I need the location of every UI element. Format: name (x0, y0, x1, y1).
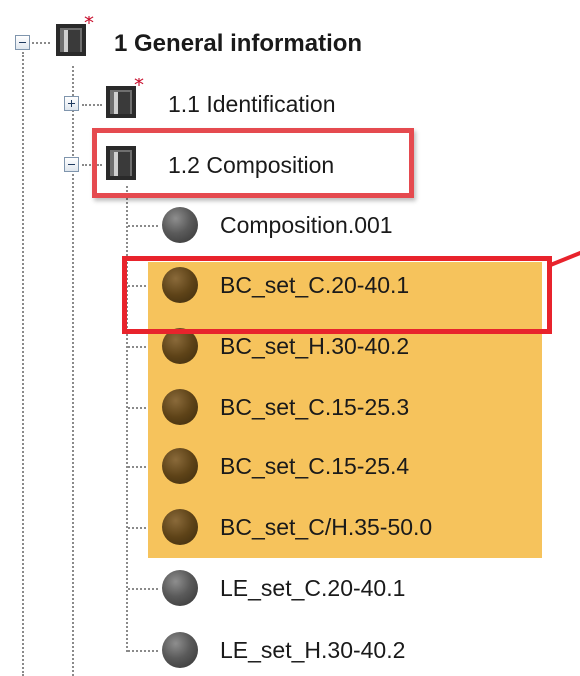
composition-tree: * 1 General information * 1.1 Identifica… (0, 0, 580, 676)
brown-record-icon (162, 448, 198, 484)
annotation-box-composition (92, 128, 414, 198)
tree-line (128, 588, 158, 590)
tree-node-record[interactable]: BC_set_C.15-25.4 (220, 452, 409, 480)
tree-node-general-information[interactable]: 1 General information (114, 30, 362, 58)
tree-node-record[interactable]: Composition.001 (220, 211, 393, 239)
tree-node-record[interactable]: BC_set_C/H.35-50.0 (220, 513, 432, 541)
gray-record-icon (162, 207, 198, 243)
tree-node-record[interactable]: BC_set_H.30-40.2 (220, 332, 409, 360)
annotation-pointer-line (547, 249, 580, 268)
expand-toggle-identification[interactable] (64, 96, 79, 111)
brown-record-icon (162, 389, 198, 425)
tree-line (128, 650, 158, 652)
folder-required-icon: * (106, 78, 144, 118)
collapse-toggle-composition[interactable] (64, 157, 79, 172)
gray-record-icon (162, 632, 198, 668)
gray-record-icon (162, 570, 198, 606)
tree-node-identification[interactable]: 1.1 Identification (168, 90, 336, 118)
annotation-box-record (122, 256, 552, 334)
tree-node-record[interactable]: LE_set_C.20-40.1 (220, 574, 405, 602)
folder-required-icon: * (56, 16, 94, 56)
collapse-toggle-general-information[interactable] (15, 35, 30, 50)
tree-node-record[interactable]: LE_set_H.30-40.2 (220, 636, 405, 664)
tree-line (128, 225, 158, 227)
brown-record-icon (162, 509, 198, 545)
tree-line (22, 52, 24, 676)
tree-line (28, 42, 50, 44)
tree-node-record[interactable]: BC_set_C.15-25.3 (220, 393, 409, 421)
svg-text:*: * (84, 16, 94, 35)
svg-text:*: * (134, 78, 144, 97)
tree-line (82, 104, 102, 106)
